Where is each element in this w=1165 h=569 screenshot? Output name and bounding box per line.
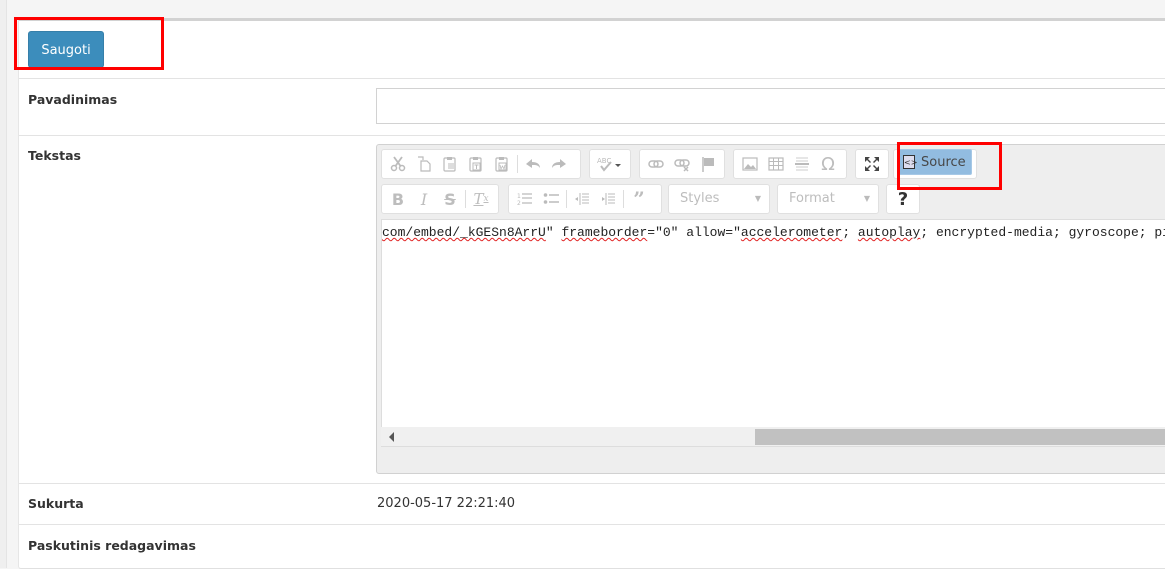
anchor-flag-icon[interactable] — [695, 152, 721, 176]
name-label: Pavadinimas — [28, 92, 118, 107]
maximize-icon[interactable] — [859, 152, 885, 176]
toolbar-group-insert: Ω — [733, 149, 847, 179]
toolbar-group-spellcheck: ABC — [589, 149, 631, 179]
table-icon[interactable] — [763, 152, 789, 176]
misspelled-token: accelerometer — [740, 225, 843, 240]
copy-icon[interactable] — [411, 152, 437, 176]
italic-icon[interactable]: I — [411, 187, 437, 211]
image-icon[interactable] — [737, 152, 763, 176]
toolbar-separator — [465, 190, 466, 208]
svg-text:2: 2 — [517, 200, 521, 207]
svg-text:1: 1 — [517, 193, 521, 200]
code-token: ; — [842, 225, 858, 240]
chevron-down-icon: ▼ — [863, 194, 870, 203]
edit-form-panel: Saugoti Pavadinimas Tekstas ABC Ω <> Sou… — [18, 18, 1165, 569]
highlight-annotation-save — [14, 17, 164, 70]
spellcheck-icon[interactable]: ABC — [593, 152, 627, 176]
code-token: ; encrypted-media; gyroscope; picture-in… — [920, 225, 1165, 240]
link-icon[interactable] — [643, 152, 669, 176]
form-row-last-edited: Paskutinis redagavimas — [19, 525, 1165, 565]
left-sidebar-edge — [0, 0, 7, 568]
form-toolbar: Saugoti — [19, 21, 1165, 79]
last-edited-label: Paskutinis redagavimas — [28, 538, 196, 553]
outdent-icon[interactable] — [569, 187, 595, 211]
toolbar-group-links — [639, 149, 725, 179]
name-input[interactable] — [376, 88, 1165, 124]
horizontal-scrollbar[interactable] — [381, 427, 1165, 447]
styles-label: Styles — [680, 191, 720, 206]
source-textarea[interactable]: com/embed/_kGESn8ArrU" frameborder="0" a… — [381, 219, 1165, 427]
created-value: 2020-05-17 22:21:40 — [377, 496, 516, 511]
misspelled-token: com/embed/_kGESn8ArrU — [382, 225, 546, 240]
unlink-icon[interactable] — [669, 152, 695, 176]
rich-text-editor: ABC Ω <> Source B I S T x 1 2 ” Styles ▼… — [376, 144, 1165, 474]
toolbar-group-clipboard — [381, 149, 581, 179]
paste-text-icon[interactable] — [463, 152, 489, 176]
paste-icon[interactable] — [437, 152, 463, 176]
code-token: " — [545, 225, 562, 240]
blockquote-icon[interactable]: ” — [626, 187, 652, 211]
created-label: Sukurta — [28, 496, 84, 511]
paste-word-icon[interactable] — [489, 152, 515, 176]
form-row-name: Pavadinimas — [19, 79, 1165, 136]
misspelled-token: frameborder — [561, 225, 648, 240]
undo-icon[interactable] — [520, 152, 546, 176]
bold-icon[interactable]: B — [385, 187, 411, 211]
source-code-line: com/embed/_kGESn8ArrU" frameborder="0" a… — [382, 225, 1165, 240]
bulleted-list-icon[interactable] — [538, 187, 564, 211]
special-char-icon[interactable]: Ω — [815, 152, 841, 176]
format-dropdown[interactable]: Format ▼ — [777, 184, 879, 214]
toolbar-separator — [623, 190, 624, 208]
toolbar-separator — [517, 155, 518, 173]
scroll-left-arrow-icon[interactable] — [389, 432, 394, 442]
toolbar-group-basicstyles: B I S Tx — [381, 184, 499, 214]
redo-icon[interactable] — [546, 152, 572, 176]
remove-format-icon[interactable]: Tx — [468, 187, 494, 211]
toolbar-separator — [566, 190, 567, 208]
indent-icon[interactable] — [595, 187, 621, 211]
numbered-list-icon[interactable]: 12 — [512, 187, 538, 211]
help-icon[interactable]: ? — [898, 189, 908, 210]
toolbar-group-tools — [855, 149, 889, 179]
form-row-created: Sukurta 2020-05-17 22:21:40 — [19, 484, 1165, 525]
toolbar-group-paragraph: 12 ” — [508, 184, 662, 214]
strikethrough-icon[interactable]: S — [437, 187, 463, 211]
cut-icon[interactable] — [385, 152, 411, 176]
horizontal-line-icon[interactable] — [789, 152, 815, 176]
code-token: ="0" allow=" — [647, 225, 741, 240]
chevron-down-icon: ▼ — [754, 194, 761, 203]
styles-dropdown[interactable]: Styles ▼ — [668, 184, 770, 214]
highlight-annotation-source — [897, 142, 1002, 190]
scrollbar-thumb[interactable] — [755, 429, 1165, 445]
text-label: Tekstas — [28, 148, 81, 163]
format-label: Format — [789, 191, 835, 206]
misspelled-token: autoplay — [857, 225, 921, 240]
